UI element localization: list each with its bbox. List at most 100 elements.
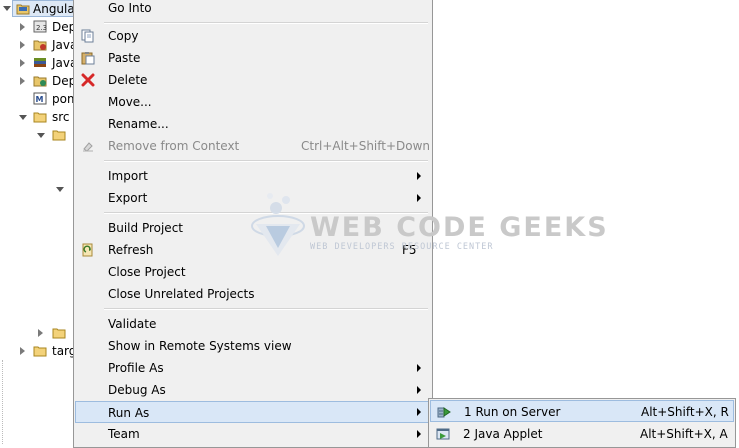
refresh-icon [82, 243, 93, 257]
tree-item-project[interactable]: Angula [0, 0, 80, 18]
submenu-item-run-on-server[interactable]: 1 Run on Server Alt+Shift+X, R [430, 400, 734, 422]
tree-item-deployed-resources[interactable]: Dep [0, 72, 80, 90]
menu-item-label: Show in Remote Systems view [108, 339, 292, 353]
menu-item-label: Validate [108, 317, 157, 331]
tree-item-src-child[interactable] [0, 126, 80, 144]
folder-icon [52, 130, 66, 141]
tree-item-dependencies[interactable]: 2.3 Dep [0, 18, 80, 36]
menu-item-debug-as[interactable]: Debug As [75, 379, 431, 401]
expand-toggle-icon[interactable] [20, 23, 25, 31]
expand-toggle-icon[interactable] [38, 329, 43, 337]
menu-item-label: Import [108, 169, 148, 183]
submenu-item-java-applet[interactable]: 2 Java Applet Alt+Shift+X, A [430, 423, 734, 445]
svg-text:M: M [36, 95, 44, 104]
copy-icon [81, 29, 94, 43]
folder-icon [33, 346, 47, 357]
menu-item-label: Debug As [108, 383, 166, 397]
submenu-arrow-icon [417, 172, 421, 180]
menu-item-run-as[interactable]: Run As [75, 401, 431, 423]
expand-toggle-icon[interactable] [20, 77, 25, 85]
submenu-arrow-icon [417, 364, 421, 372]
menu-item-close-project[interactable]: Close Project [75, 261, 431, 283]
menu-separator [104, 212, 428, 214]
folder-icon [52, 328, 66, 339]
menu-item-shortcut: Ctrl+Alt+Shift+Down [301, 139, 431, 153]
tree-item-java-resources[interactable]: Java [0, 36, 80, 54]
delete-icon [81, 73, 95, 87]
menu-item-team[interactable]: Team [75, 423, 431, 445]
svg-text:2.3: 2.3 [36, 24, 47, 32]
remove-context-icon [83, 142, 93, 152]
menu-item-refresh[interactable]: Refresh F5 [75, 239, 431, 261]
menu-item-label: Remove from Context [108, 139, 240, 153]
menu-item-label: Copy [108, 29, 139, 43]
menu-item-profile-as[interactable]: Profile As [75, 357, 431, 379]
menu-item-label: Profile As [108, 361, 164, 375]
menu-item-export[interactable]: Export [75, 187, 431, 209]
submenu-arrow-icon [417, 194, 421, 202]
submenu-item-shortcut: Alt+Shift+X, R [641, 405, 729, 419]
submenu-arrow-icon [417, 430, 421, 438]
tree-item-label: src [52, 110, 70, 124]
menu-separator [104, 22, 428, 24]
expand-toggle-icon[interactable] [37, 133, 45, 138]
menu-item-label: Go Into [108, 1, 152, 15]
expand-toggle-icon[interactable] [19, 115, 27, 120]
menu-item-show-in-remote-systems[interactable]: Show in Remote Systems view [75, 335, 431, 357]
expand-toggle-icon[interactable] [56, 187, 64, 192]
menu-item-shortcut: F5 [402, 243, 417, 257]
menu-item-label: Move... [108, 95, 152, 109]
menu-item-rename[interactable]: Rename... [75, 113, 431, 135]
expand-toggle-icon[interactable] [20, 41, 25, 49]
tree-item-label: Angula [33, 2, 75, 16]
menu-item-go-into[interactable]: Go Into [75, 0, 431, 19]
expand-toggle-icon[interactable] [20, 347, 25, 355]
menu-item-copy[interactable]: Copy [75, 25, 431, 47]
menu-item-label: Refresh [108, 243, 154, 257]
submenu-item-shortcut: Alt+Shift+X, A [640, 427, 728, 441]
run-on-server-icon [437, 407, 451, 418]
tree-item-src[interactable]: src [0, 108, 80, 126]
tree-item-java-library[interactable]: Java [0, 54, 80, 72]
menu-item-label: Team [108, 427, 140, 441]
submenu-item-label: 2 Java Applet [463, 427, 543, 441]
deployed-resources-icon [33, 76, 47, 87]
submenu-arrow-icon [417, 408, 421, 416]
maven-pom-icon: M [33, 92, 47, 105]
menu-item-validate[interactable]: Validate [75, 313, 431, 335]
tree-item-pom[interactable]: M pom [0, 90, 80, 108]
java-resources-icon [33, 40, 47, 51]
menu-item-label: Export [108, 191, 148, 205]
menu-item-delete[interactable]: Delete [75, 69, 431, 91]
menu-item-close-unrelated-projects[interactable]: Close Unrelated Projects [75, 283, 431, 305]
context-menu: Go Into Copy Paste Delete Move... Rename… [73, 0, 433, 448]
menu-item-label: Paste [108, 51, 141, 65]
menu-item-label: Close Project [108, 265, 186, 279]
java-library-icon [34, 58, 46, 67]
menu-item-paste[interactable]: Paste [75, 47, 431, 69]
menu-separator [104, 160, 428, 162]
menu-item-label: Rename... [108, 117, 169, 131]
menu-item-move[interactable]: Move... [75, 91, 431, 113]
menu-separator [104, 308, 428, 310]
menu-item-remove-from-context: Remove from Context Ctrl+Alt+Shift+Down [75, 135, 431, 157]
tree-item-target[interactable]: targ [0, 342, 80, 360]
menu-item-label: Build Project [108, 221, 183, 235]
tree-item-collapsed-folder[interactable] [0, 324, 80, 342]
menu-item-label: Delete [108, 73, 148, 87]
tree-item-nested[interactable] [0, 180, 80, 198]
menu-item-label: Run As [108, 406, 150, 420]
menu-item-import[interactable]: Import [75, 165, 431, 187]
menu-item-build-project[interactable]: Build Project [75, 217, 431, 239]
project-explorer-tree: Angula 2.3 Dep Java Java Dep M pom src t… [0, 0, 80, 444]
folder-icon [33, 112, 47, 123]
menu-item-label: Close Unrelated Projects [108, 287, 255, 301]
expand-toggle-icon[interactable] [20, 59, 25, 67]
submenu-item-label: 1 Run on Server [464, 405, 561, 419]
java-applet-icon [436, 428, 450, 440]
project-icon [16, 4, 30, 15]
tree-guide-line [2, 360, 3, 444]
expand-toggle-icon[interactable] [3, 6, 11, 11]
paste-icon [81, 52, 95, 65]
run-as-submenu: 1 Run on Server Alt+Shift+X, R 2 Java Ap… [428, 398, 736, 448]
